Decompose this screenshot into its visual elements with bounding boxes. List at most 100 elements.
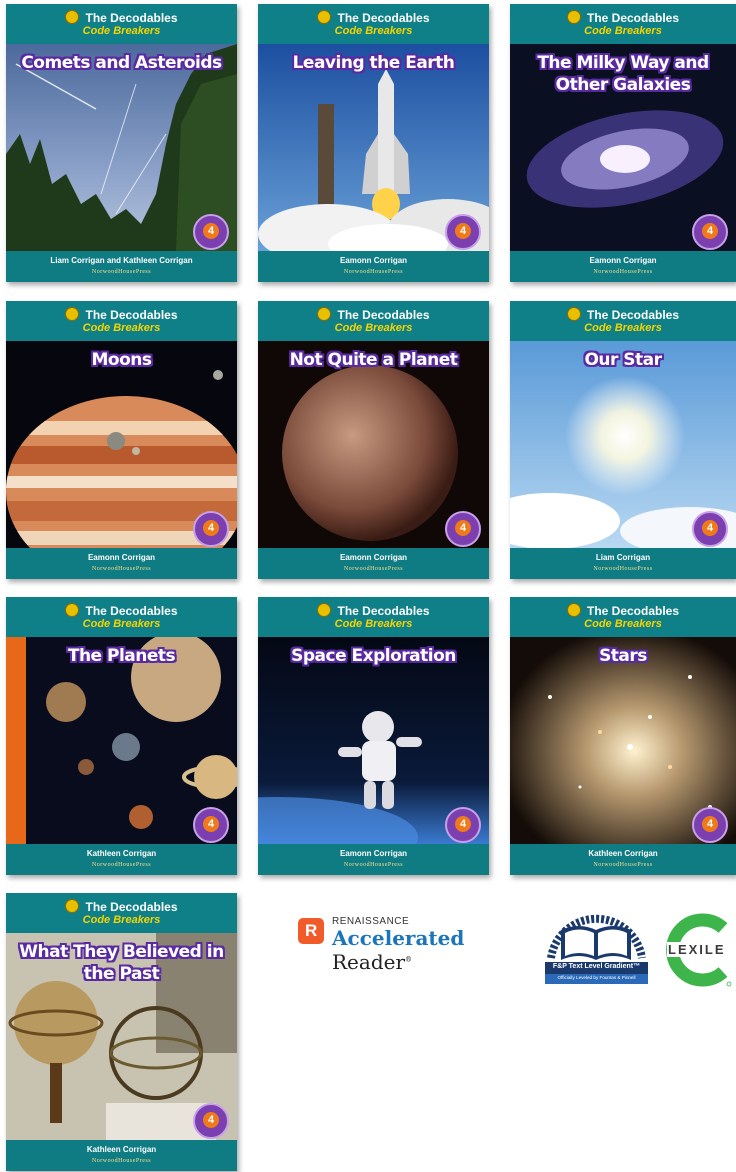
bug-mascot-icon: [65, 10, 80, 24]
book-cover-space-exploration[interactable]: The Decodables Code Breakers Space Explo…: [258, 597, 489, 875]
phonics-focus-badge: 4: [692, 807, 728, 843]
book-title: Moons: [91, 350, 153, 370]
book-author: Liam Corrigan: [595, 553, 651, 562]
book-title: What They Believed in the Past: [19, 942, 224, 984]
cover-header: The Decodables Code Breakers: [510, 4, 736, 44]
book-author: Eamonn Corrigan: [589, 256, 657, 265]
series-title: The Decodables: [258, 307, 489, 322]
book-title: Stars: [599, 646, 647, 666]
phonics-level: 4: [203, 520, 219, 536]
series-title: The Decodables: [6, 603, 237, 618]
fp-title: F&P Text Level Gradient™: [552, 963, 641, 970]
phonics-focus-badge: 4: [193, 511, 229, 547]
series-title: The Decodables: [6, 10, 237, 25]
phonics-focus-badge: 4: [193, 807, 229, 843]
series-title: The Decodables: [258, 10, 489, 25]
book-author: Eamonn Corrigan: [339, 849, 408, 858]
accelerated-reader-wordmark: Accelerated Reader®: [332, 926, 465, 974]
book-author: Liam Corrigan and Kathleen Corrigan: [50, 256, 193, 265]
cover-header: The Decodables Code Breakers: [510, 301, 736, 341]
publisher-logo: NorwoodHousePress: [593, 566, 653, 572]
book-cover-comets[interactable]: The Decodables Code Breakers Comets and …: [6, 4, 237, 282]
lexile-logo: LEXILE: [663, 912, 736, 988]
series-subtitle: Code Breakers: [584, 322, 662, 334]
series-subtitle: Code Breakers: [334, 618, 413, 630]
phonics-level: 4: [455, 520, 471, 536]
phonics-level: 4: [702, 520, 718, 536]
phonics-level: 4: [455, 816, 471, 832]
series-title: The Decodables: [510, 307, 736, 322]
book-cover-leaving-earth[interactable]: The Decodables Code Breakers Leaving the…: [258, 4, 489, 282]
phonics-focus-badge: 4: [193, 214, 229, 250]
publisher-logo: NorwoodHousePress: [91, 269, 152, 275]
book-cover-moons[interactable]: The Decodables Code Breakers Moons 4 Eam…: [6, 301, 237, 579]
publisher-logo: NorwoodHousePress: [593, 269, 653, 275]
bug-mascot-icon: [566, 10, 581, 24]
publisher-logo: NorwoodHousePress: [91, 566, 152, 572]
book-title: Comets and Asteroids: [21, 53, 222, 73]
book-author: Kathleen Corrigan: [86, 1145, 157, 1154]
series-title: The Decodables: [6, 899, 237, 914]
phonics-focus-badge: 4: [692, 214, 728, 250]
book-author: Eamonn Corrigan: [339, 553, 408, 562]
cover-header: The Decodables Code Breakers: [6, 893, 237, 933]
bug-mascot-icon: [566, 307, 581, 321]
cover-header: The Decodables Code Breakers: [6, 4, 237, 44]
publisher-logo: NorwoodHousePress: [343, 862, 404, 868]
bug-mascot-icon: [566, 603, 581, 617]
cover-header: The Decodables Code Breakers: [258, 4, 489, 44]
book-title: The Planets: [67, 646, 176, 666]
cover-header: The Decodables Code Breakers: [258, 301, 489, 341]
bug-mascot-icon: [317, 10, 332, 24]
book-title: Space Exploration: [291, 646, 456, 666]
series-title: The Decodables: [258, 603, 489, 618]
book-cover-not-quite-planet[interactable]: The Decodables Code Breakers Not Quite a…: [258, 301, 489, 579]
book-cover-our-star[interactable]: The Decodables Code Breakers Our Star 4 …: [510, 301, 736, 579]
phonics-level: 4: [203, 816, 219, 832]
book-cover-planets[interactable]: The Decodables Code Breakers The Planets…: [6, 597, 237, 875]
cover-header: The Decodables Code Breakers: [6, 597, 237, 637]
book-author: Kathleen Corrigan: [588, 849, 658, 858]
bug-mascot-icon: [65, 603, 80, 617]
cover-header: The Decodables Code Breakers: [258, 597, 489, 637]
series-subtitle: Code Breakers: [82, 914, 161, 926]
fp-subtitle: Officially Leveled by Fountas & Pinnell: [557, 975, 636, 980]
publisher-logo: NorwoodHousePress: [343, 566, 404, 572]
series-subtitle: Code Breakers: [82, 322, 161, 334]
phonics-focus-badge: 4: [692, 511, 728, 547]
renaissance-r-icon: R: [298, 918, 324, 944]
series-title: The Decodables: [510, 10, 736, 25]
lexile-wordmark: LEXILE: [667, 942, 727, 957]
book-cover-what-they-believed[interactable]: The Decodables Code Breakers What They B…: [6, 893, 237, 1171]
book-cover-stars[interactable]: The Decodables Code Breakers Stars 4 Kat…: [510, 597, 736, 875]
series-subtitle: Code Breakers: [82, 618, 161, 630]
book-title: Our Star: [584, 350, 662, 370]
phonics-focus-badge: 4: [445, 807, 481, 843]
accelerated-reader-logo: R RENAISSANCE Accelerated Reader®: [298, 912, 538, 974]
phonics-level: 4: [702, 816, 718, 832]
phonics-level: 4: [702, 223, 718, 239]
book-author: Eamonn Corrigan: [87, 553, 156, 562]
bug-mascot-icon: [65, 899, 80, 913]
cover-header: The Decodables Code Breakers: [510, 597, 736, 637]
series-subtitle: Code Breakers: [584, 25, 662, 37]
phonics-focus-badge: 4: [445, 214, 481, 250]
publisher-logo: NorwoodHousePress: [593, 862, 653, 868]
publisher-logo: NorwoodHousePress: [343, 269, 404, 275]
series-title: The Decodables: [510, 603, 736, 618]
book-author: Eamonn Corrigan: [339, 256, 408, 265]
series-title: The Decodables: [6, 307, 237, 322]
book-title: Leaving the Earth: [292, 53, 455, 73]
series-subtitle: Code Breakers: [584, 618, 662, 630]
phonics-level: 4: [203, 1112, 219, 1128]
phonics-level: 4: [203, 223, 219, 239]
book-cover-milky-way[interactable]: The Decodables Code Breakers The Milky W…: [510, 4, 736, 282]
book-title: Not Quite a Planet: [289, 350, 458, 370]
bug-mascot-icon: [65, 307, 80, 321]
cover-header: The Decodables Code Breakers: [6, 301, 237, 341]
phonics-level: 4: [455, 223, 471, 239]
series-subtitle: Code Breakers: [334, 25, 413, 37]
bug-mascot-icon: [317, 603, 332, 617]
phonics-focus-badge: 4: [445, 511, 481, 547]
book-author: Kathleen Corrigan: [86, 849, 157, 858]
